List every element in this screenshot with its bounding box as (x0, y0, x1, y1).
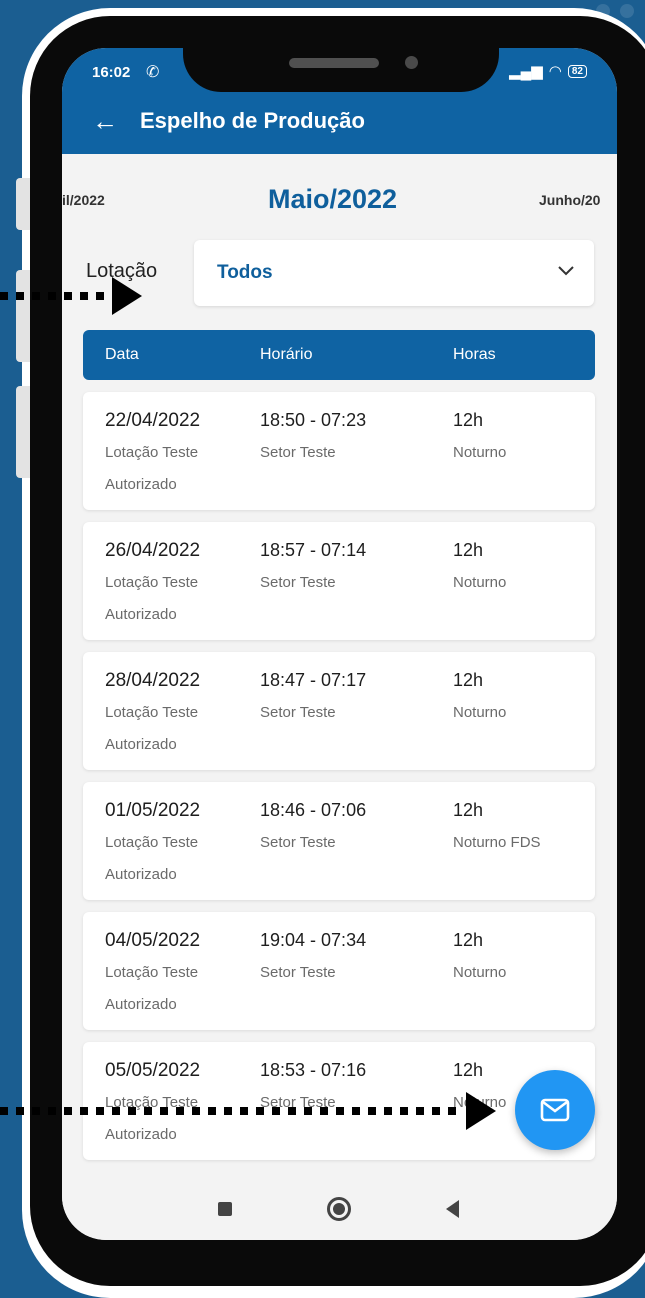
row-setor: Setor Teste (260, 964, 336, 981)
row-period: Noturno (453, 704, 507, 721)
row-status: Autorizado (105, 996, 177, 1013)
row-hours: 12h (453, 410, 484, 430)
row-time: 18:50 - 07:23 (260, 410, 367, 430)
annotation-arrow-head (466, 1092, 496, 1130)
annotation-arrow-dots (0, 292, 104, 300)
status-icons: ▂▄▆ ◠ 82 (509, 62, 587, 80)
lotacao-select[interactable]: Todos (194, 240, 594, 306)
side-button (16, 270, 30, 362)
mail-icon (540, 1098, 570, 1122)
row-setor: Setor Teste (260, 834, 336, 851)
row-setor: Setor Teste (260, 574, 336, 591)
row-lotacao: Lotação Teste (105, 574, 199, 591)
month-next[interactable]: Junho/20 (539, 192, 600, 208)
row-date: 01/05/2022 (105, 800, 201, 821)
android-nav-bar (62, 1180, 617, 1240)
row-period: Noturno FDS (453, 834, 541, 851)
column-header-horas: Horas (453, 346, 496, 363)
status-time: 16:02 (92, 64, 131, 81)
table-row[interactable]: 04/05/2022 19:04 - 07:34 12h Lotação Tes… (83, 912, 595, 1030)
month-prev[interactable]: bril/2022 (62, 192, 105, 208)
row-lotacao: Lotação Teste (105, 964, 199, 981)
row-hours: 12h (453, 800, 484, 820)
row-time: 18:53 - 07:16 (260, 1060, 367, 1080)
annotation-arrow-head (112, 277, 142, 315)
row-hours: 12h (453, 1060, 484, 1080)
row-status: Autorizado (105, 866, 177, 883)
page-title: Espelho de Produção (140, 108, 365, 133)
row-lotacao: Lotação Teste (105, 834, 199, 851)
row-time: 18:47 - 07:17 (260, 670, 367, 690)
camera (405, 56, 418, 69)
recent-apps-icon[interactable] (218, 1202, 232, 1216)
row-setor: Setor Teste (260, 444, 336, 461)
month-navigator: bril/2022 Maio/2022 Junho/20 (62, 154, 617, 234)
row-date: 26/04/2022 (105, 540, 201, 561)
lotacao-select-value: Todos (217, 262, 273, 283)
row-hours: 12h (453, 930, 484, 950)
row-time: 18:46 - 07:06 (260, 800, 367, 820)
side-button (16, 386, 30, 478)
wifi-icon: ◠ (548, 63, 562, 80)
row-date: 28/04/2022 (105, 670, 201, 691)
row-date: 05/05/2022 (105, 1060, 201, 1081)
arrow-left-icon[interactable]: ← (92, 106, 118, 137)
chevron-down-icon (558, 260, 574, 281)
row-lotacao: Lotação Teste (105, 704, 199, 721)
speaker (289, 58, 379, 68)
background-dot (620, 4, 634, 18)
phone-screen: 16:02 ✆ ▂▄▆ ◠ 82 ← Espelho de Produção b… (62, 48, 617, 1240)
phone-notch (183, 44, 499, 92)
row-time: 19:04 - 07:34 (260, 930, 367, 950)
table-header: Data Horário Horas (83, 330, 595, 380)
row-period: Noturno (453, 444, 507, 461)
row-lotacao: Lotação Teste (105, 444, 199, 461)
row-status: Autorizado (105, 606, 177, 623)
row-status: Autorizado (105, 476, 177, 493)
mail-fab-button[interactable] (515, 1070, 595, 1150)
whatsapp-notification-icon: ✆ (146, 64, 160, 81)
row-date: 22/04/2022 (105, 410, 201, 431)
table-row[interactable]: 26/04/2022 18:57 - 07:14 12h Lotação Tes… (83, 522, 595, 640)
signal-icon: ▂▄▆ (509, 63, 543, 80)
annotation-arrow-dots (0, 1107, 456, 1115)
column-header-data: Data (105, 346, 139, 363)
table-row[interactable]: 28/04/2022 18:47 - 07:17 12h Lotação Tes… (83, 652, 595, 770)
row-hours: 12h (453, 540, 484, 560)
table-row[interactable]: 01/05/2022 18:46 - 07:06 12h Lotação Tes… (83, 782, 595, 900)
battery-icon: 82 (567, 64, 587, 78)
column-header-horario: Horário (260, 346, 313, 363)
month-current: Maio/2022 (268, 184, 398, 214)
row-status: Autorizado (105, 736, 177, 753)
row-time: 18:57 - 07:14 (260, 540, 367, 560)
nav-back-icon[interactable] (446, 1200, 459, 1218)
row-setor: Setor Teste (260, 704, 336, 721)
row-period: Noturno (453, 574, 507, 591)
home-icon[interactable] (327, 1197, 351, 1221)
side-button (16, 178, 30, 230)
row-hours: 12h (453, 670, 484, 690)
row-date: 04/05/2022 (105, 930, 201, 951)
table-row[interactable]: 22/04/2022 18:50 - 07:23 12h Lotação Tes… (83, 392, 595, 510)
row-status: Autorizado (105, 1126, 177, 1143)
row-period: Noturno (453, 964, 507, 981)
